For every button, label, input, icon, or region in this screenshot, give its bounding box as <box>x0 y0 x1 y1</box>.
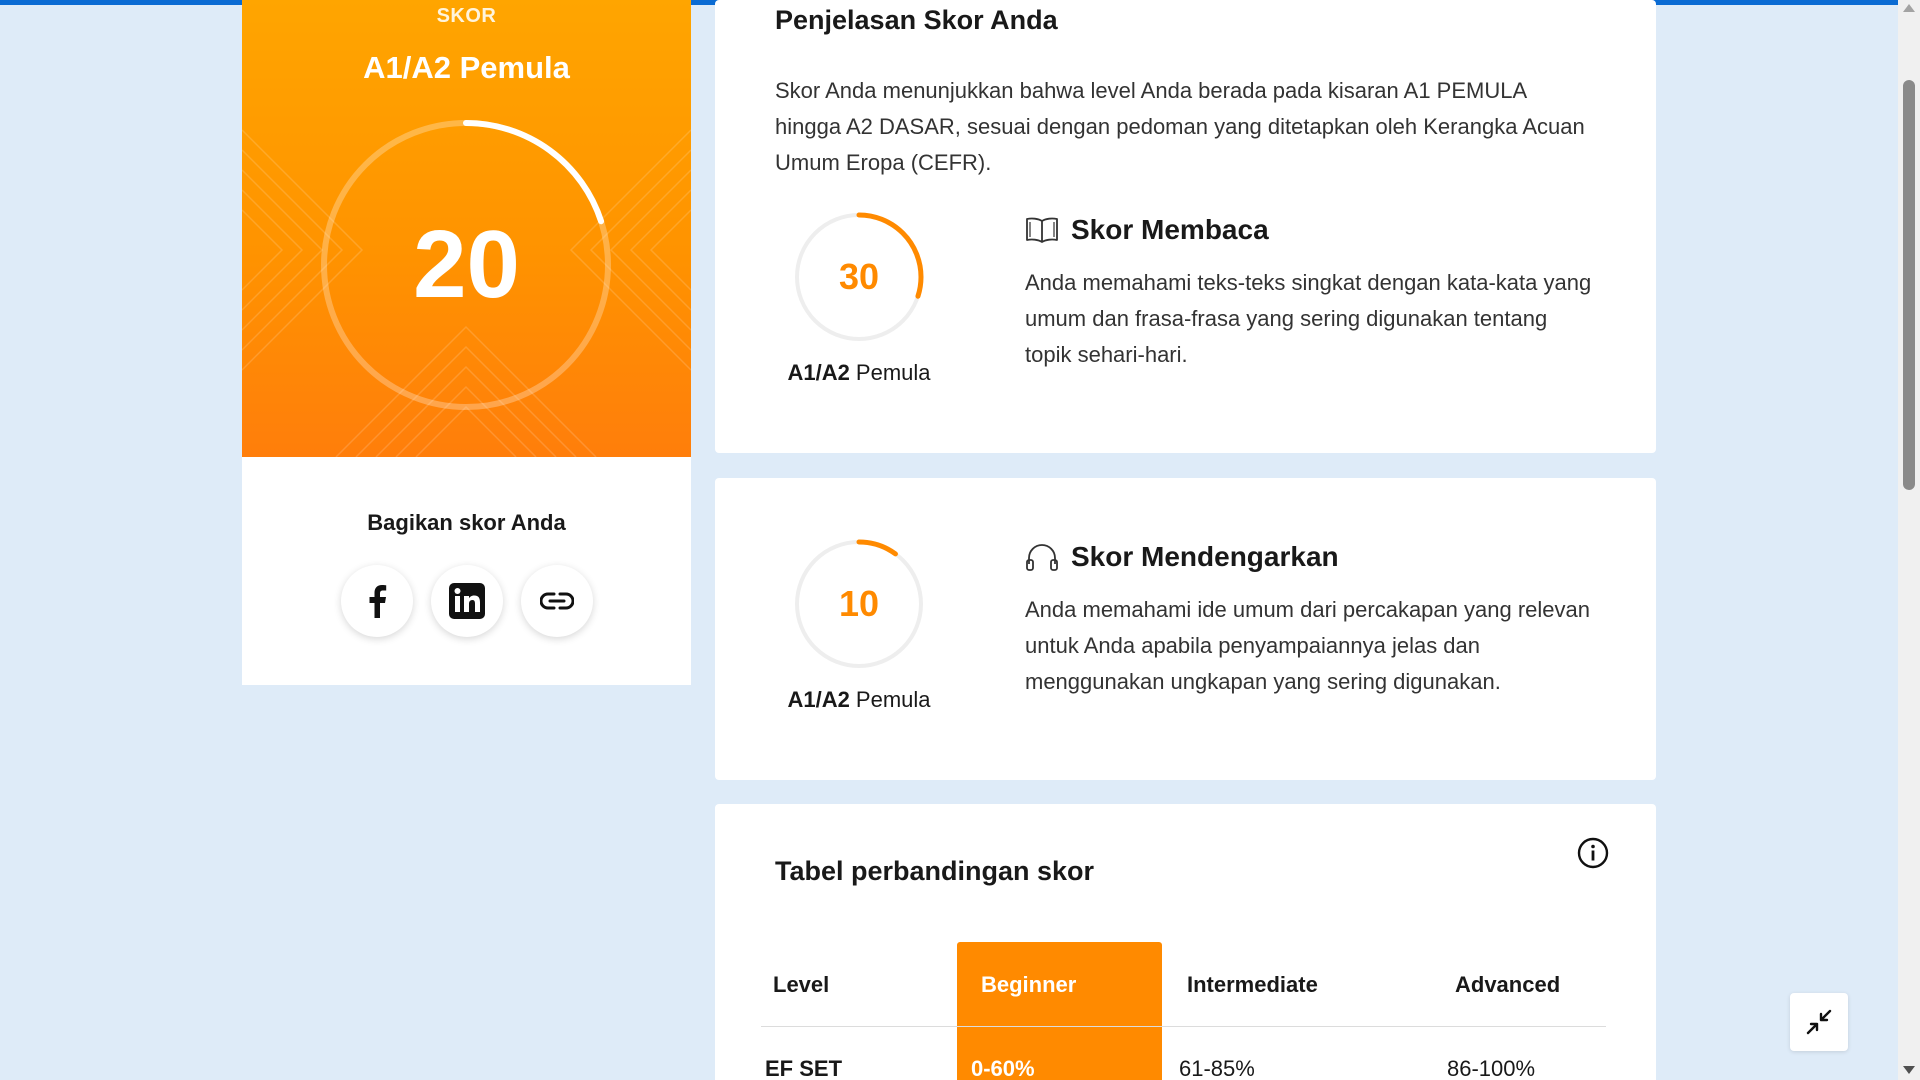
listening-description: Anda memahami ide umum dari percakapan y… <box>1025 597 1590 694</box>
listening-level-code: A1/A2 <box>787 687 850 712</box>
listening-card: 10 A1/A2 Pemula Skor Mendengarkan Anda m… <box>715 478 1656 780</box>
scrollbar[interactable] <box>1898 0 1920 1080</box>
overall-score: 20 <box>413 211 520 318</box>
table-header-level: Level <box>773 972 830 997</box>
info-icon[interactable] <box>1576 836 1610 870</box>
minimize-icon <box>1806 1009 1832 1035</box>
reading-level-code: A1/A2 <box>787 360 850 385</box>
facebook-icon <box>369 585 386 618</box>
table-cell-advanced: 86-100% <box>1447 1056 1536 1080</box>
linkedin-icon <box>448 583 485 619</box>
reading-heading: Skor Membaca <box>1025 214 1269 246</box>
reading-description: Anda memahami teks-teks singkat dengan k… <box>1025 270 1592 367</box>
score-level: A1/A2 Pemula <box>363 50 570 85</box>
share-title: Bagikan skor Anda <box>367 510 566 535</box>
linkedin-share-button[interactable] <box>430 565 503 637</box>
reading-level-label: Pemula <box>849 360 931 385</box>
reading-level: A1/A2 Pemula <box>759 360 959 386</box>
table-cell-intermediate: 61-85% <box>1179 1056 1255 1080</box>
table-header-advanced: Advanced <box>1455 972 1561 997</box>
scroll-up-arrow[interactable] <box>1903 4 1915 12</box>
table-divider <box>761 1026 1606 1027</box>
comparison-title: Tabel perbandingan skor <box>775 856 1095 886</box>
listening-heading: Skor Mendengarkan <box>1025 541 1339 573</box>
explanation-paragraph: Skor Anda menunjukkan bahwa level Anda b… <box>775 78 1585 175</box>
link-icon <box>539 592 574 610</box>
score-card-header: SKOR A1/A2 Pemula 20 <box>242 0 691 457</box>
table-header-beginner: Beginner <box>981 972 1077 997</box>
comparison-card: Tabel perbandingan skor Level Beginner I… <box>715 804 1656 1080</box>
listening-title: Skor Mendengarkan <box>1071 541 1339 572</box>
score-label: SKOR <box>436 5 497 27</box>
listening-level: A1/A2 Pemula <box>759 687 959 713</box>
score-card: SKOR A1/A2 Pemula 20 Bagikan skor Anda <box>242 0 691 685</box>
table-header-intermediate: Intermediate <box>1187 972 1318 997</box>
headphones-icon <box>1026 544 1058 571</box>
reading-title: Skor Membaca <box>1071 214 1269 245</box>
share-buttons <box>242 565 691 637</box>
facebook-share-button[interactable] <box>340 565 413 637</box>
listening-score: 10 <box>838 583 880 624</box>
listening-level-label: Pemula <box>849 687 931 712</box>
table-row-label: EF SET <box>765 1056 843 1080</box>
explanation-title: Penjelasan Skor Anda <box>775 5 1058 35</box>
copy-link-button[interactable] <box>520 565 593 637</box>
scroll-down-arrow[interactable] <box>1903 1066 1915 1074</box>
score-explanation-card: Penjelasan Skor Anda Skor Anda menunjukk… <box>715 0 1656 453</box>
table-cell-beginner: 0-60% <box>971 1056 1035 1080</box>
book-icon <box>1026 217 1058 243</box>
reading-score: 30 <box>838 256 880 297</box>
scrollbar-thumb[interactable] <box>1903 80 1915 490</box>
minimize-button[interactable] <box>1790 993 1848 1051</box>
